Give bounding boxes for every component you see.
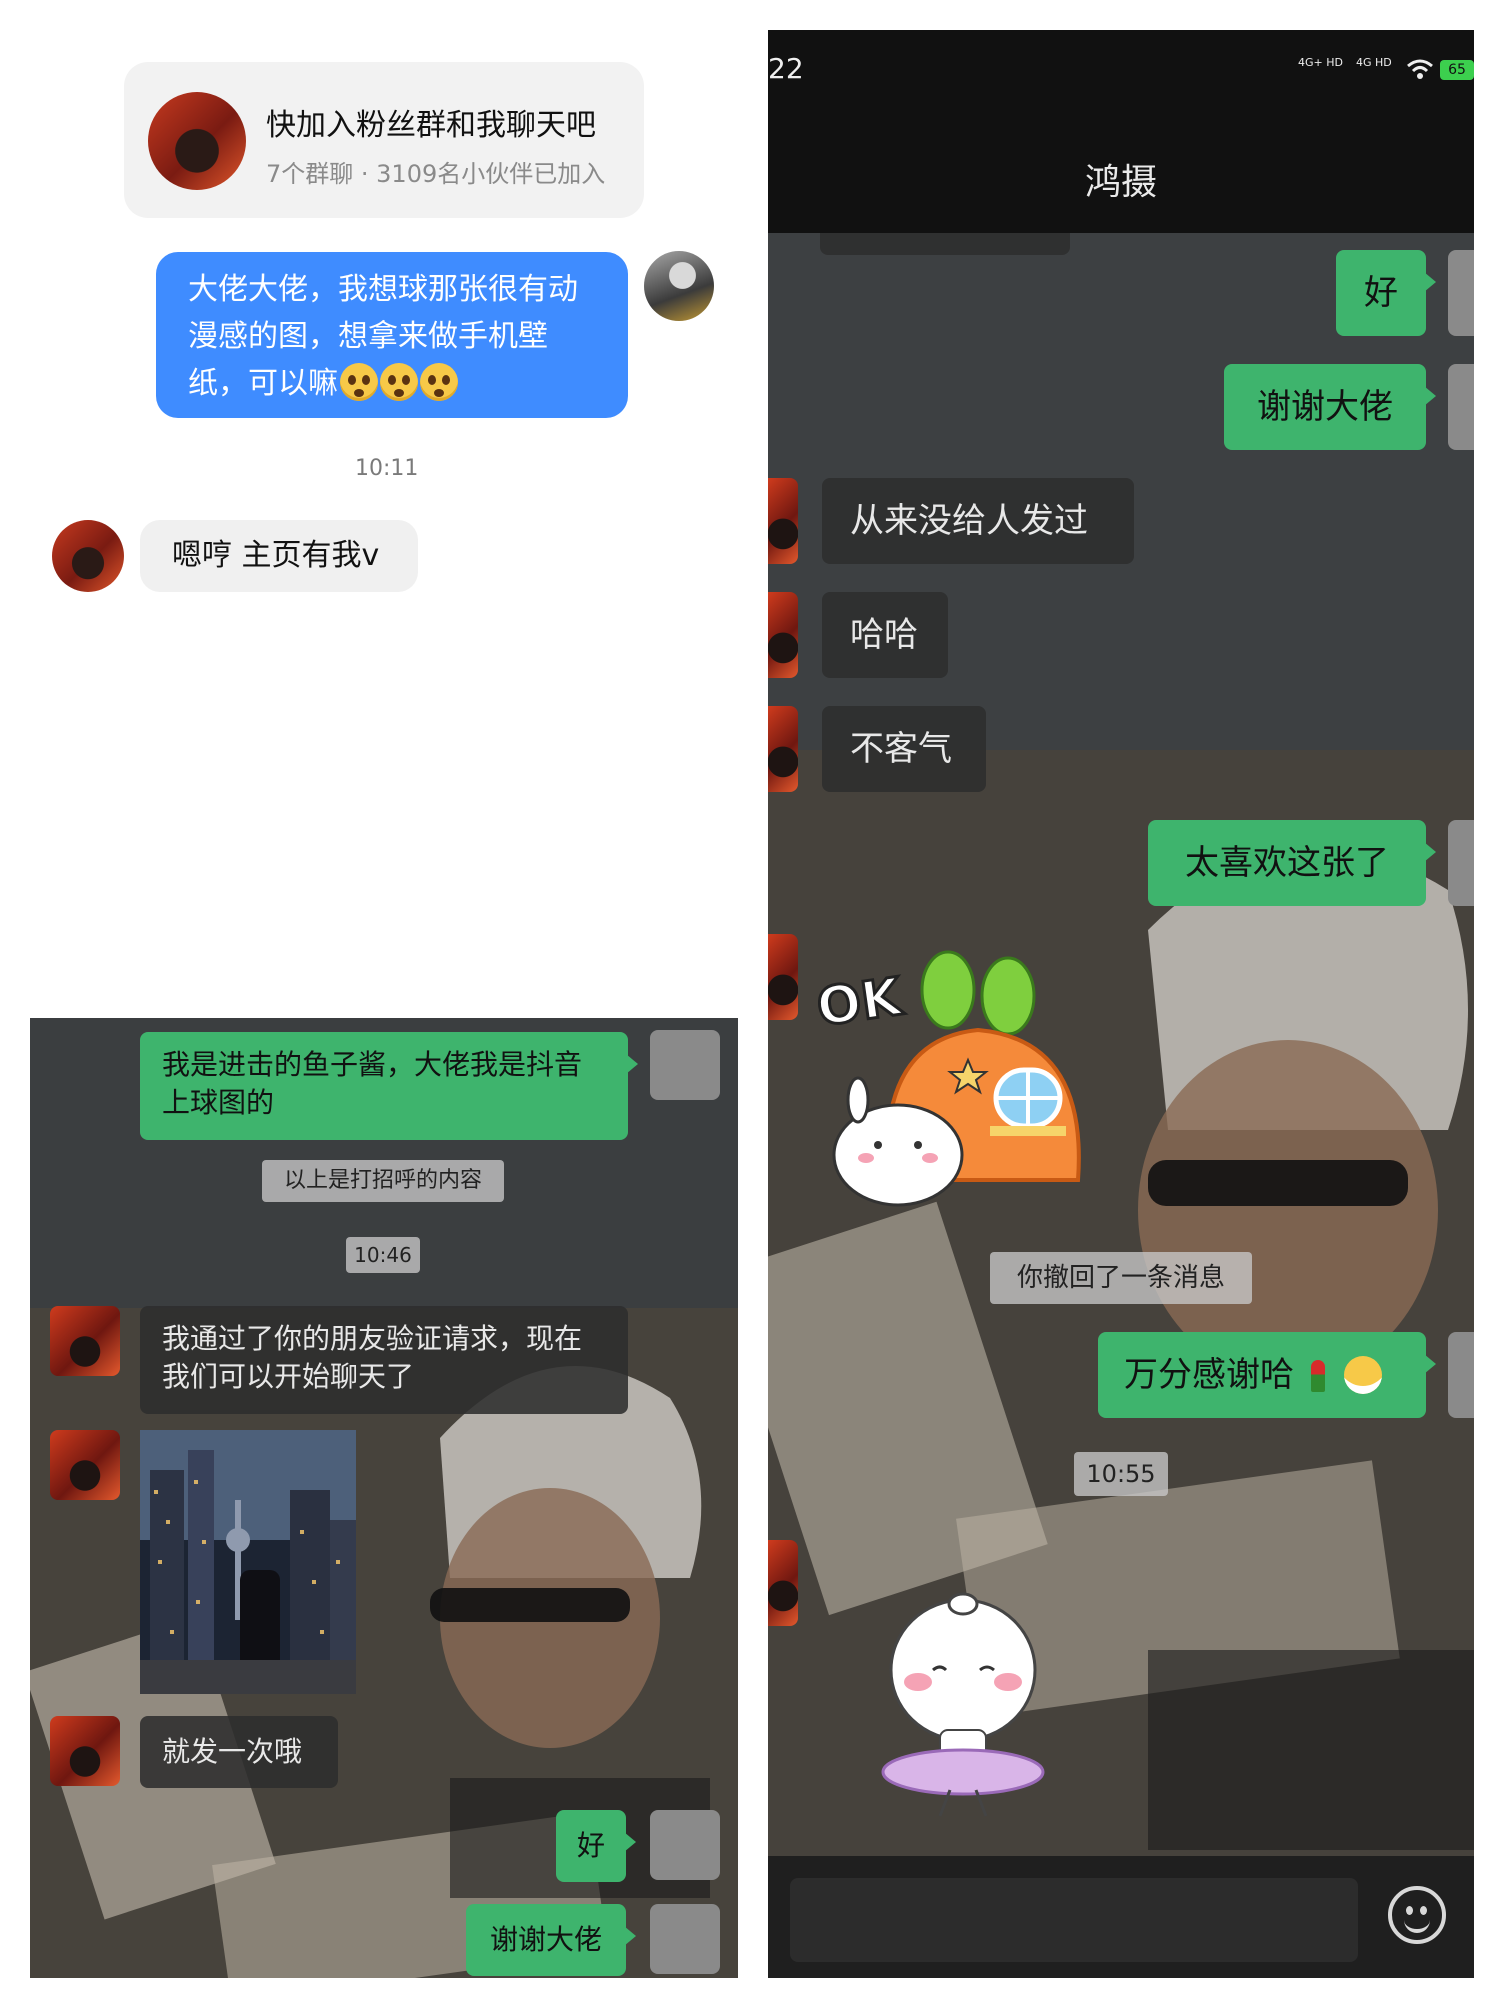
timestamp: 10:11 xyxy=(355,456,419,481)
ok-carrot-house-sticker[interactable]: OK xyxy=(818,950,1108,1220)
group-card-subtitle: 7个群聊 · 3109名小伙伴已加入 xyxy=(266,160,606,188)
message-bubble-love[interactable]: 太喜欢这张了 xyxy=(1148,820,1436,906)
wechat-chat-panel-left: 我是进击的鱼子酱，大佬我是抖音 上球图的 以上是打招呼的内容 10:46 我通过… xyxy=(30,1018,738,1978)
message-bubble-ok[interactable]: 好 xyxy=(556,1810,636,1882)
city-night-photo-message[interactable] xyxy=(140,1430,356,1694)
emoji-smile-icon[interactable] xyxy=(1388,1886,1446,1944)
reply-bubble[interactable]: 嗯哼 主页有我v xyxy=(140,520,418,592)
pleading-face-emoji-icon xyxy=(340,363,378,401)
battery-level: 65 xyxy=(1448,62,1466,78)
friend-line: 我通过了你的朋友验证请求，现在 xyxy=(162,1322,583,1355)
message-bubble-intro[interactable]: 我是进击的鱼子酱，大佬我是抖音 上球图的 xyxy=(140,1032,638,1140)
fan-group-card[interactable]: 快加入粉丝群和我聊天吧 7个群聊 · 3109名小伙伴已加入 xyxy=(124,62,644,218)
message-bubble-welcome[interactable]: 不客气 xyxy=(822,706,986,792)
contact-avatar[interactable] xyxy=(768,592,798,678)
my-avatar[interactable] xyxy=(1448,820,1474,906)
status-time: 22 xyxy=(768,52,804,85)
partial-message-bubble xyxy=(820,233,1070,255)
message-bubble-ok[interactable]: 好 xyxy=(1336,250,1436,336)
rose-emoji-icon xyxy=(1310,1360,1325,1392)
chat-input-bar xyxy=(768,1856,1474,1978)
chat-title-bar: 鸿摄 xyxy=(768,115,1474,233)
my-avatar[interactable] xyxy=(644,251,714,321)
my-avatar[interactable] xyxy=(1448,1332,1474,1418)
recalled-notice: 你撤回了一条消息 xyxy=(990,1252,1252,1304)
system-note: 以上是打招呼的内容 xyxy=(262,1160,504,1202)
message-bubble-haha[interactable]: 哈哈 xyxy=(822,592,948,678)
message-input[interactable] xyxy=(790,1878,1358,1962)
network-label: 4G HD xyxy=(1356,56,1392,69)
grateful-text: 万分感谢哈 xyxy=(1124,1355,1294,1395)
contact-avatar[interactable] xyxy=(50,1716,120,1786)
contact-avatar[interactable] xyxy=(50,1306,120,1376)
friend-accepted-bubble[interactable]: 我通过了你的朋友验证请求，现在 我们可以开始聊天了 xyxy=(140,1306,628,1414)
group-avatar xyxy=(148,92,246,190)
my-message-bubble[interactable]: 大佬大佬，我想球那张很有动 漫感的图，想拿来做手机壁 纸，可以嘛 xyxy=(156,252,628,418)
timestamp: 10:55 xyxy=(1074,1452,1168,1496)
grinning-emoji-icon xyxy=(1343,1356,1382,1394)
contact-avatar[interactable] xyxy=(50,1430,120,1500)
my-message-line: 漫感的图，想拿来做手机壁 xyxy=(188,319,548,354)
message-bubble-never[interactable]: 从来没给人发过 xyxy=(822,478,1134,564)
contact-avatar[interactable] xyxy=(52,520,124,592)
contact-avatar[interactable] xyxy=(768,934,798,1020)
contact-avatar[interactable] xyxy=(768,706,798,792)
my-message-line: 大佬大佬，我想球那张很有动 xyxy=(188,272,578,307)
my-avatar[interactable] xyxy=(1448,250,1474,336)
status-bar: 22 4G+ HD 4G HD 65 xyxy=(768,30,1474,115)
my-avatar[interactable] xyxy=(650,1904,720,1974)
message-bubble-thanks[interactable]: 谢谢大佬 xyxy=(466,1904,636,1976)
signal-4g-plus-icon: 4G+ HD xyxy=(1298,56,1343,69)
message-bubble-thanks[interactable]: 谢谢大佬 xyxy=(1224,364,1436,450)
intro-line: 我是进击的鱼子酱，大佬我是抖音 xyxy=(162,1048,583,1081)
group-card-title: 快加入粉丝群和我聊天吧 xyxy=(266,108,596,143)
message-bubble-once[interactable]: 就发一次哦 xyxy=(140,1716,338,1788)
my-message-line: 纸，可以嘛 xyxy=(188,366,338,401)
wechat-chat-panel-right: 22 4G+ HD 4G HD 65 鸿摄 好 谢谢大佬 从来没给人发过 哈哈 … xyxy=(768,30,1474,1978)
network-label: 4G+ HD xyxy=(1298,56,1343,69)
friend-line: 我们可以开始聊天了 xyxy=(162,1360,415,1393)
my-avatar[interactable] xyxy=(1448,364,1474,450)
battery-icon: 65 xyxy=(1440,60,1474,80)
my-avatar[interactable] xyxy=(650,1030,720,1100)
message-bubble-grateful[interactable]: 万分感谢哈 xyxy=(1098,1332,1436,1418)
pleading-face-emoji-icon xyxy=(420,363,458,401)
wifi-icon xyxy=(1407,59,1433,79)
contact-avatar[interactable] xyxy=(768,478,798,564)
chat-title: 鸿摄 xyxy=(1084,162,1157,203)
intro-line: 上球图的 xyxy=(162,1086,275,1119)
pleading-face-emoji-icon xyxy=(380,363,418,401)
contact-avatar[interactable] xyxy=(768,1540,798,1626)
sticker-ok-text: OK xyxy=(818,967,907,1038)
ballerina-bun-sticker[interactable] xyxy=(878,1590,1048,1820)
timestamp: 10:46 xyxy=(346,1237,420,1273)
signal-4g-icon: 4G HD xyxy=(1356,56,1392,69)
my-avatar[interactable] xyxy=(650,1810,720,1880)
